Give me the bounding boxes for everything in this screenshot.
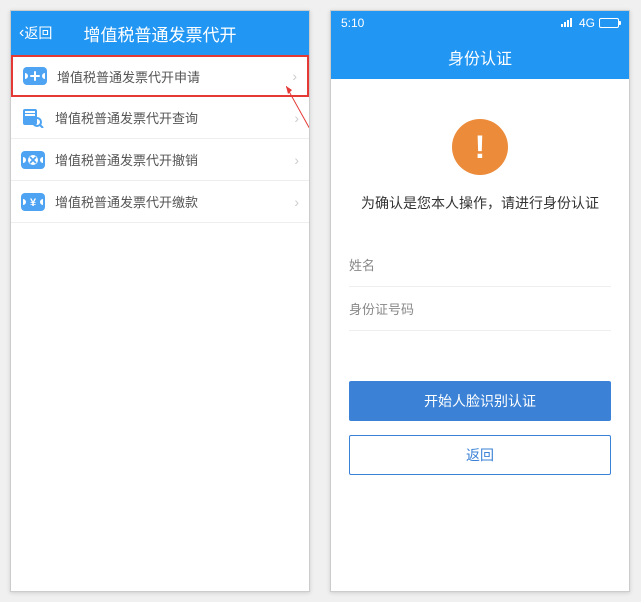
ticket-plus-icon bbox=[23, 66, 47, 86]
auth-body: ! 为确认是您本人操作，请进行身份认证 姓名 身份证号码 开始人脸识别认证 返回 bbox=[331, 119, 629, 475]
return-button[interactable]: 返回 bbox=[349, 435, 611, 475]
back-label: 返回 bbox=[24, 23, 52, 43]
back-button[interactable]: ‹ 返回 bbox=[19, 23, 52, 43]
menu-item-query[interactable]: 增值税普通发票代开查询 › bbox=[11, 97, 309, 139]
network-label: 4G bbox=[579, 16, 595, 30]
phone-auth-screen: 5:10 4G 身份认证 ! 为确认是您本人操作，请进行身份认证 姓名 身份证号… bbox=[330, 10, 630, 592]
name-field[interactable]: 姓名 bbox=[349, 243, 611, 287]
header-bar: 身份认证 bbox=[331, 35, 629, 79]
menu-item-label: 增值税普通发票代开申请 bbox=[57, 67, 292, 86]
menu-item-label: 增值税普通发票代开查询 bbox=[55, 108, 294, 127]
menu-item-label: 增值税普通发票代开撤销 bbox=[55, 150, 294, 169]
svg-text:¥: ¥ bbox=[30, 197, 37, 209]
chevron-right-icon: › bbox=[294, 194, 299, 210]
menu-item-payment[interactable]: ¥ 增值税普通发票代开缴款 › bbox=[11, 181, 309, 223]
status-time: 5:10 bbox=[341, 16, 364, 30]
field-label: 姓名 bbox=[349, 255, 375, 274]
menu-item-cancel[interactable]: 增值税普通发票代开撤销 › bbox=[11, 139, 309, 181]
button-label: 返回 bbox=[466, 445, 494, 465]
ticket-payment-icon: ¥ bbox=[21, 192, 45, 212]
menu-item-label: 增值税普通发票代开缴款 bbox=[55, 192, 294, 211]
page-title: 增值税普通发票代开 bbox=[11, 21, 309, 46]
id-number-field[interactable]: 身份证号码 bbox=[349, 287, 611, 331]
start-face-auth-button[interactable]: 开始人脸识别认证 bbox=[349, 381, 611, 421]
chevron-right-icon: › bbox=[292, 68, 297, 84]
phone-menu-screen: ‹ 返回 增值税普通发票代开 增值税普通发票代开申请 › bbox=[10, 10, 310, 592]
menu-list: 增值税普通发票代开申请 › 增值税普通发票代开查询 › bbox=[11, 55, 309, 223]
button-label: 开始人脸识别认证 bbox=[424, 391, 536, 411]
battery-icon bbox=[599, 18, 619, 28]
auth-message: 为确认是您本人操作，请进行身份认证 bbox=[349, 193, 611, 213]
menu-item-apply[interactable]: 增值税普通发票代开申请 › bbox=[11, 55, 309, 97]
signal-icon bbox=[561, 16, 575, 30]
field-label: 身份证号码 bbox=[349, 299, 414, 318]
page-title: 身份认证 bbox=[448, 45, 512, 69]
status-right: 4G bbox=[561, 16, 619, 30]
ticket-cancel-icon bbox=[21, 150, 45, 170]
header-bar: ‹ 返回 增值税普通发票代开 bbox=[11, 11, 309, 55]
chevron-right-icon: › bbox=[294, 110, 299, 126]
chevron-right-icon: › bbox=[294, 152, 299, 168]
status-bar: 5:10 4G bbox=[331, 11, 629, 35]
document-search-icon bbox=[21, 108, 45, 128]
exclamation-icon: ! bbox=[452, 119, 508, 175]
